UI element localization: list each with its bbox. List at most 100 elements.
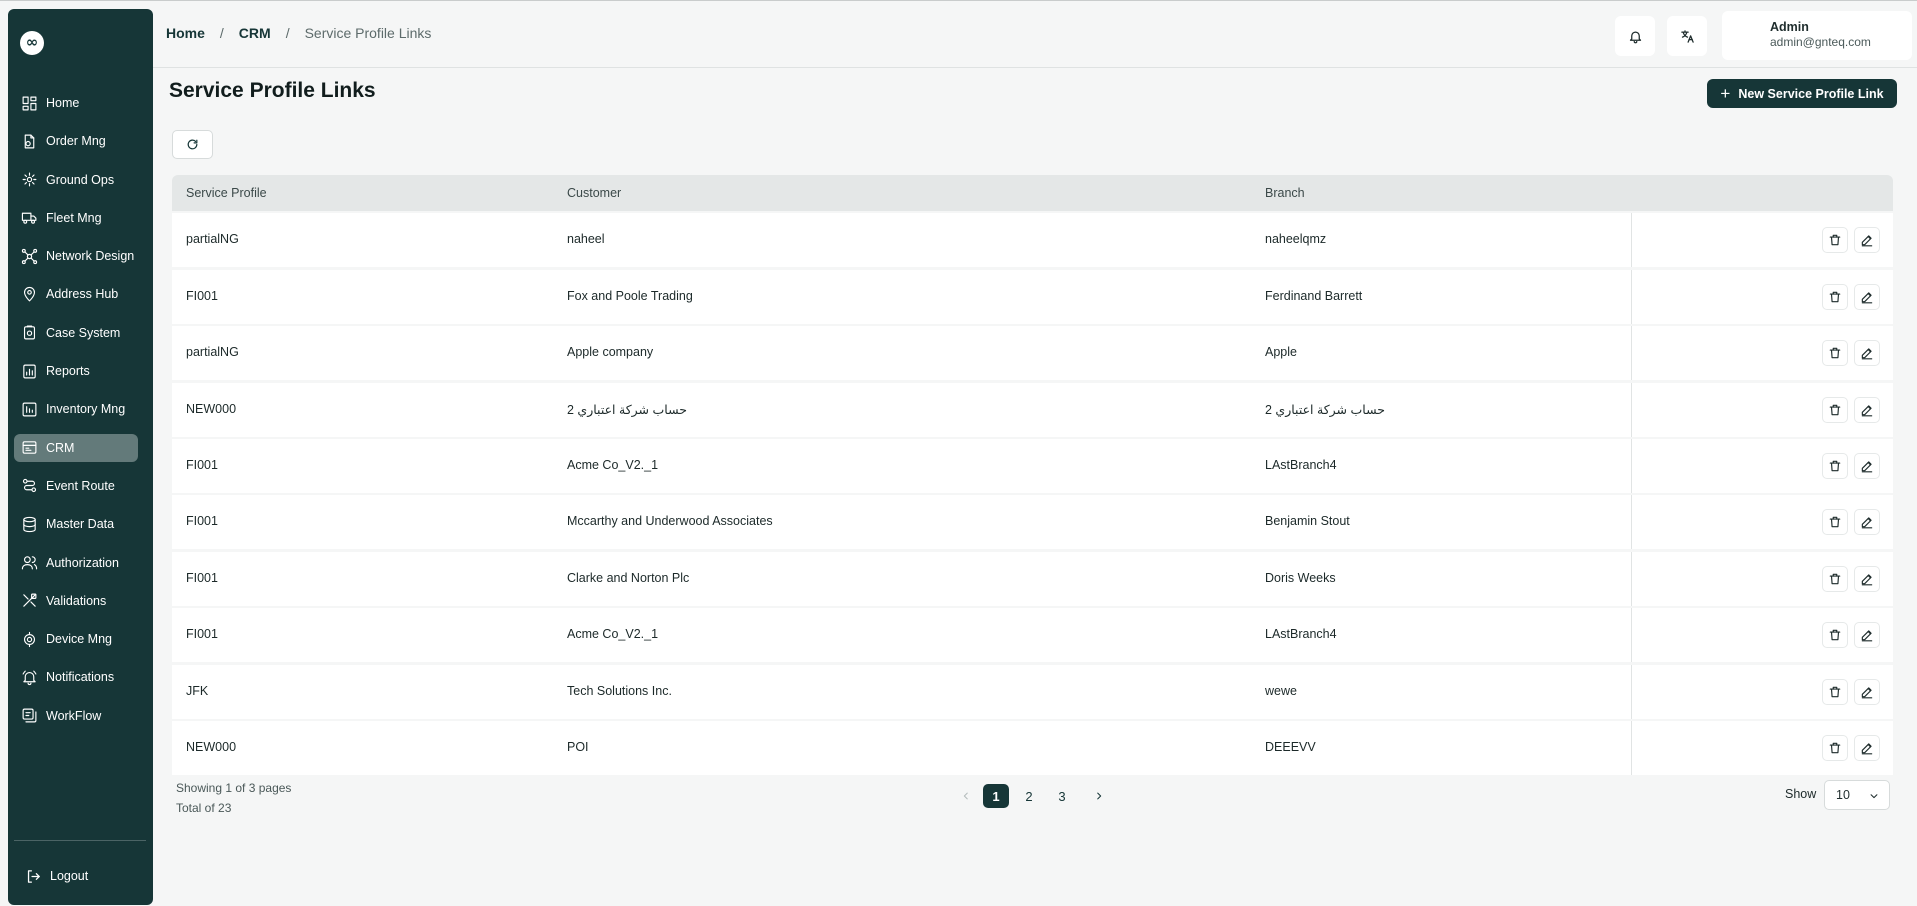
- breadcrumb-crm[interactable]: CRM: [239, 25, 271, 41]
- table-row[interactable]: FI001 Acme Co_V2._1 LAstBranch4: [172, 608, 1893, 663]
- next-page-button[interactable]: [1088, 784, 1110, 808]
- cell-service-profile: FI001: [186, 288, 218, 303]
- refresh-button[interactable]: [172, 130, 213, 159]
- delete-button[interactable]: [1822, 734, 1848, 761]
- column-header-customer[interactable]: Customer: [567, 186, 621, 200]
- cell-service-profile: FI001: [186, 514, 218, 529]
- sidebar-item-home[interactable]: Home: [14, 89, 138, 117]
- pages-summary: Showing 1 of 3 pages: [176, 781, 292, 795]
- table-row[interactable]: FI001 Fox and Poole Trading Ferdinand Barr…: [172, 269, 1893, 324]
- sidebar-divider: [14, 840, 146, 841]
- sidebar-item-label: Fleet Mng: [46, 210, 102, 225]
- trash-icon: [1829, 291, 1841, 303]
- delete-button[interactable]: [1822, 565, 1848, 592]
- pencil-icon: [1861, 574, 1873, 586]
- table-row[interactable]: NEW000 POI DEEEVV: [172, 720, 1893, 775]
- delete-button[interactable]: [1822, 452, 1848, 479]
- edit-button[interactable]: [1854, 678, 1880, 705]
- bell-icon: [1629, 31, 1641, 43]
- sidebar-item-address-hub[interactable]: Address Hub: [14, 280, 138, 308]
- table-row[interactable]: partialNG naheel naheelqmz: [172, 213, 1893, 268]
- language-button[interactable]: [1667, 16, 1707, 56]
- trash-icon: [1829, 460, 1841, 472]
- edit-button[interactable]: [1854, 396, 1880, 423]
- cell-branch: naheelqmz: [1265, 232, 1327, 247]
- page-size-select[interactable]: 10: [1824, 780, 1890, 810]
- column-header-branch[interactable]: Branch: [1265, 186, 1305, 200]
- column-header-service-profile[interactable]: Service Profile: [186, 186, 267, 200]
- table-row[interactable]: partialNG Apple company Apple: [172, 326, 1893, 381]
- table-row[interactable]: FI001 Clarke and Norton Plc Doris Weeks: [172, 551, 1893, 606]
- sidebar-item-reports[interactable]: Reports: [14, 357, 138, 385]
- sidebar-item-master-data[interactable]: Master Data: [14, 510, 138, 538]
- sidebar-item-label: Validations: [46, 593, 107, 608]
- device-icon: [20, 630, 38, 648]
- user-menu[interactable]: Admin admin@gnteq.com: [1722, 11, 1912, 60]
- user-name: Admin: [1770, 20, 1809, 34]
- delete-button[interactable]: [1822, 283, 1848, 310]
- sidebar-item-ground-ops[interactable]: Ground Ops: [14, 166, 138, 194]
- notifications-button[interactable]: [1615, 16, 1655, 56]
- sidebar-item-case-system[interactable]: Case System: [14, 319, 138, 347]
- sidebar-item-network-design[interactable]: Network Design: [14, 242, 138, 270]
- column-divider: [1631, 608, 1632, 663]
- page-size-value: 10: [1836, 788, 1850, 802]
- edit-button[interactable]: [1854, 452, 1880, 479]
- edit-button[interactable]: [1854, 283, 1880, 310]
- delete-button[interactable]: [1822, 622, 1848, 649]
- sidebar-item-authorization[interactable]: Authorization: [14, 549, 138, 577]
- edit-button[interactable]: [1854, 340, 1880, 367]
- sidebar-item-notifications[interactable]: Notifications: [14, 663, 138, 691]
- sidebar-item-label: Case System: [46, 325, 121, 340]
- sidebar-item-label: CRM: [46, 440, 75, 455]
- sidebar-item-fleet-mng[interactable]: Fleet Mng: [14, 204, 138, 232]
- case-icon: [20, 324, 38, 342]
- reports-icon: [20, 362, 38, 380]
- delete-button[interactable]: [1822, 509, 1848, 536]
- cell-branch: DEEEVV: [1265, 739, 1316, 754]
- edit-button[interactable]: [1854, 227, 1880, 254]
- cell-customer: Clarke and Norton Plc: [567, 570, 690, 585]
- edit-button[interactable]: [1854, 622, 1880, 649]
- sidebar-item-crm[interactable]: CRM: [14, 433, 138, 462]
- table-row[interactable]: NEW000 حساب شركة اعتباري 2 حساب شركة اعتبا…: [172, 382, 1893, 437]
- sidebar-item-label: Order Mng: [46, 134, 106, 149]
- delete-button[interactable]: [1822, 678, 1848, 705]
- cell-branch: wewe: [1265, 683, 1297, 698]
- page-1-button[interactable]: 1: [983, 784, 1009, 808]
- sidebar-item-event-route[interactable]: Event Route: [14, 472, 138, 500]
- cell-service-profile: FI001: [186, 570, 218, 585]
- sidebar-item-device-mng[interactable]: Device Mng: [14, 625, 138, 653]
- app-logo[interactable]: ∞: [20, 31, 44, 55]
- edit-button[interactable]: [1854, 734, 1880, 761]
- cell-customer: حساب شركة اعتباري 2: [567, 402, 687, 417]
- sidebar-item-label: Authorization: [46, 555, 119, 570]
- logout-button[interactable]: Logout: [24, 867, 88, 885]
- breadcrumb-separator: /: [285, 25, 290, 41]
- previous-page-button[interactable]: [955, 784, 977, 808]
- page-3-button[interactable]: 3: [1049, 784, 1075, 808]
- new-service-profile-link-button[interactable]: + New Service Profile Link: [1707, 79, 1897, 108]
- sidebar-item-inventory-mng[interactable]: Inventory Mng: [14, 395, 138, 423]
- table-row[interactable]: FI001 Mccarthy and Underwood Associates Be…: [172, 495, 1893, 550]
- database-icon: [20, 515, 38, 533]
- sidebar-item-order-mng[interactable]: Order Mng: [14, 127, 138, 155]
- delete-button[interactable]: [1822, 227, 1848, 254]
- delete-button[interactable]: [1822, 396, 1848, 423]
- total-count: Total of 23: [176, 801, 232, 815]
- delete-button[interactable]: [1822, 340, 1848, 367]
- edit-button[interactable]: [1854, 509, 1880, 536]
- table-row[interactable]: JFK Tech Solutions Inc. wewe: [172, 664, 1893, 719]
- table-row[interactable]: FI001 Acme Co_V2._1 LAstBranch4: [172, 438, 1893, 493]
- sidebar-item-validations[interactable]: Validations: [14, 587, 138, 615]
- route-icon: [20, 477, 38, 495]
- edit-button[interactable]: [1854, 565, 1880, 592]
- validations-icon: [20, 592, 38, 610]
- page-2-button[interactable]: 2: [1016, 784, 1042, 808]
- pencil-icon: [1861, 235, 1873, 247]
- workflow-icon: [20, 707, 38, 725]
- sidebar-item-label: Event Route: [46, 478, 115, 493]
- breadcrumb-home[interactable]: Home: [166, 25, 205, 41]
- cell-customer: Fox and Poole Trading: [567, 288, 693, 303]
- sidebar-item-workflow[interactable]: WorkFlow: [14, 702, 138, 730]
